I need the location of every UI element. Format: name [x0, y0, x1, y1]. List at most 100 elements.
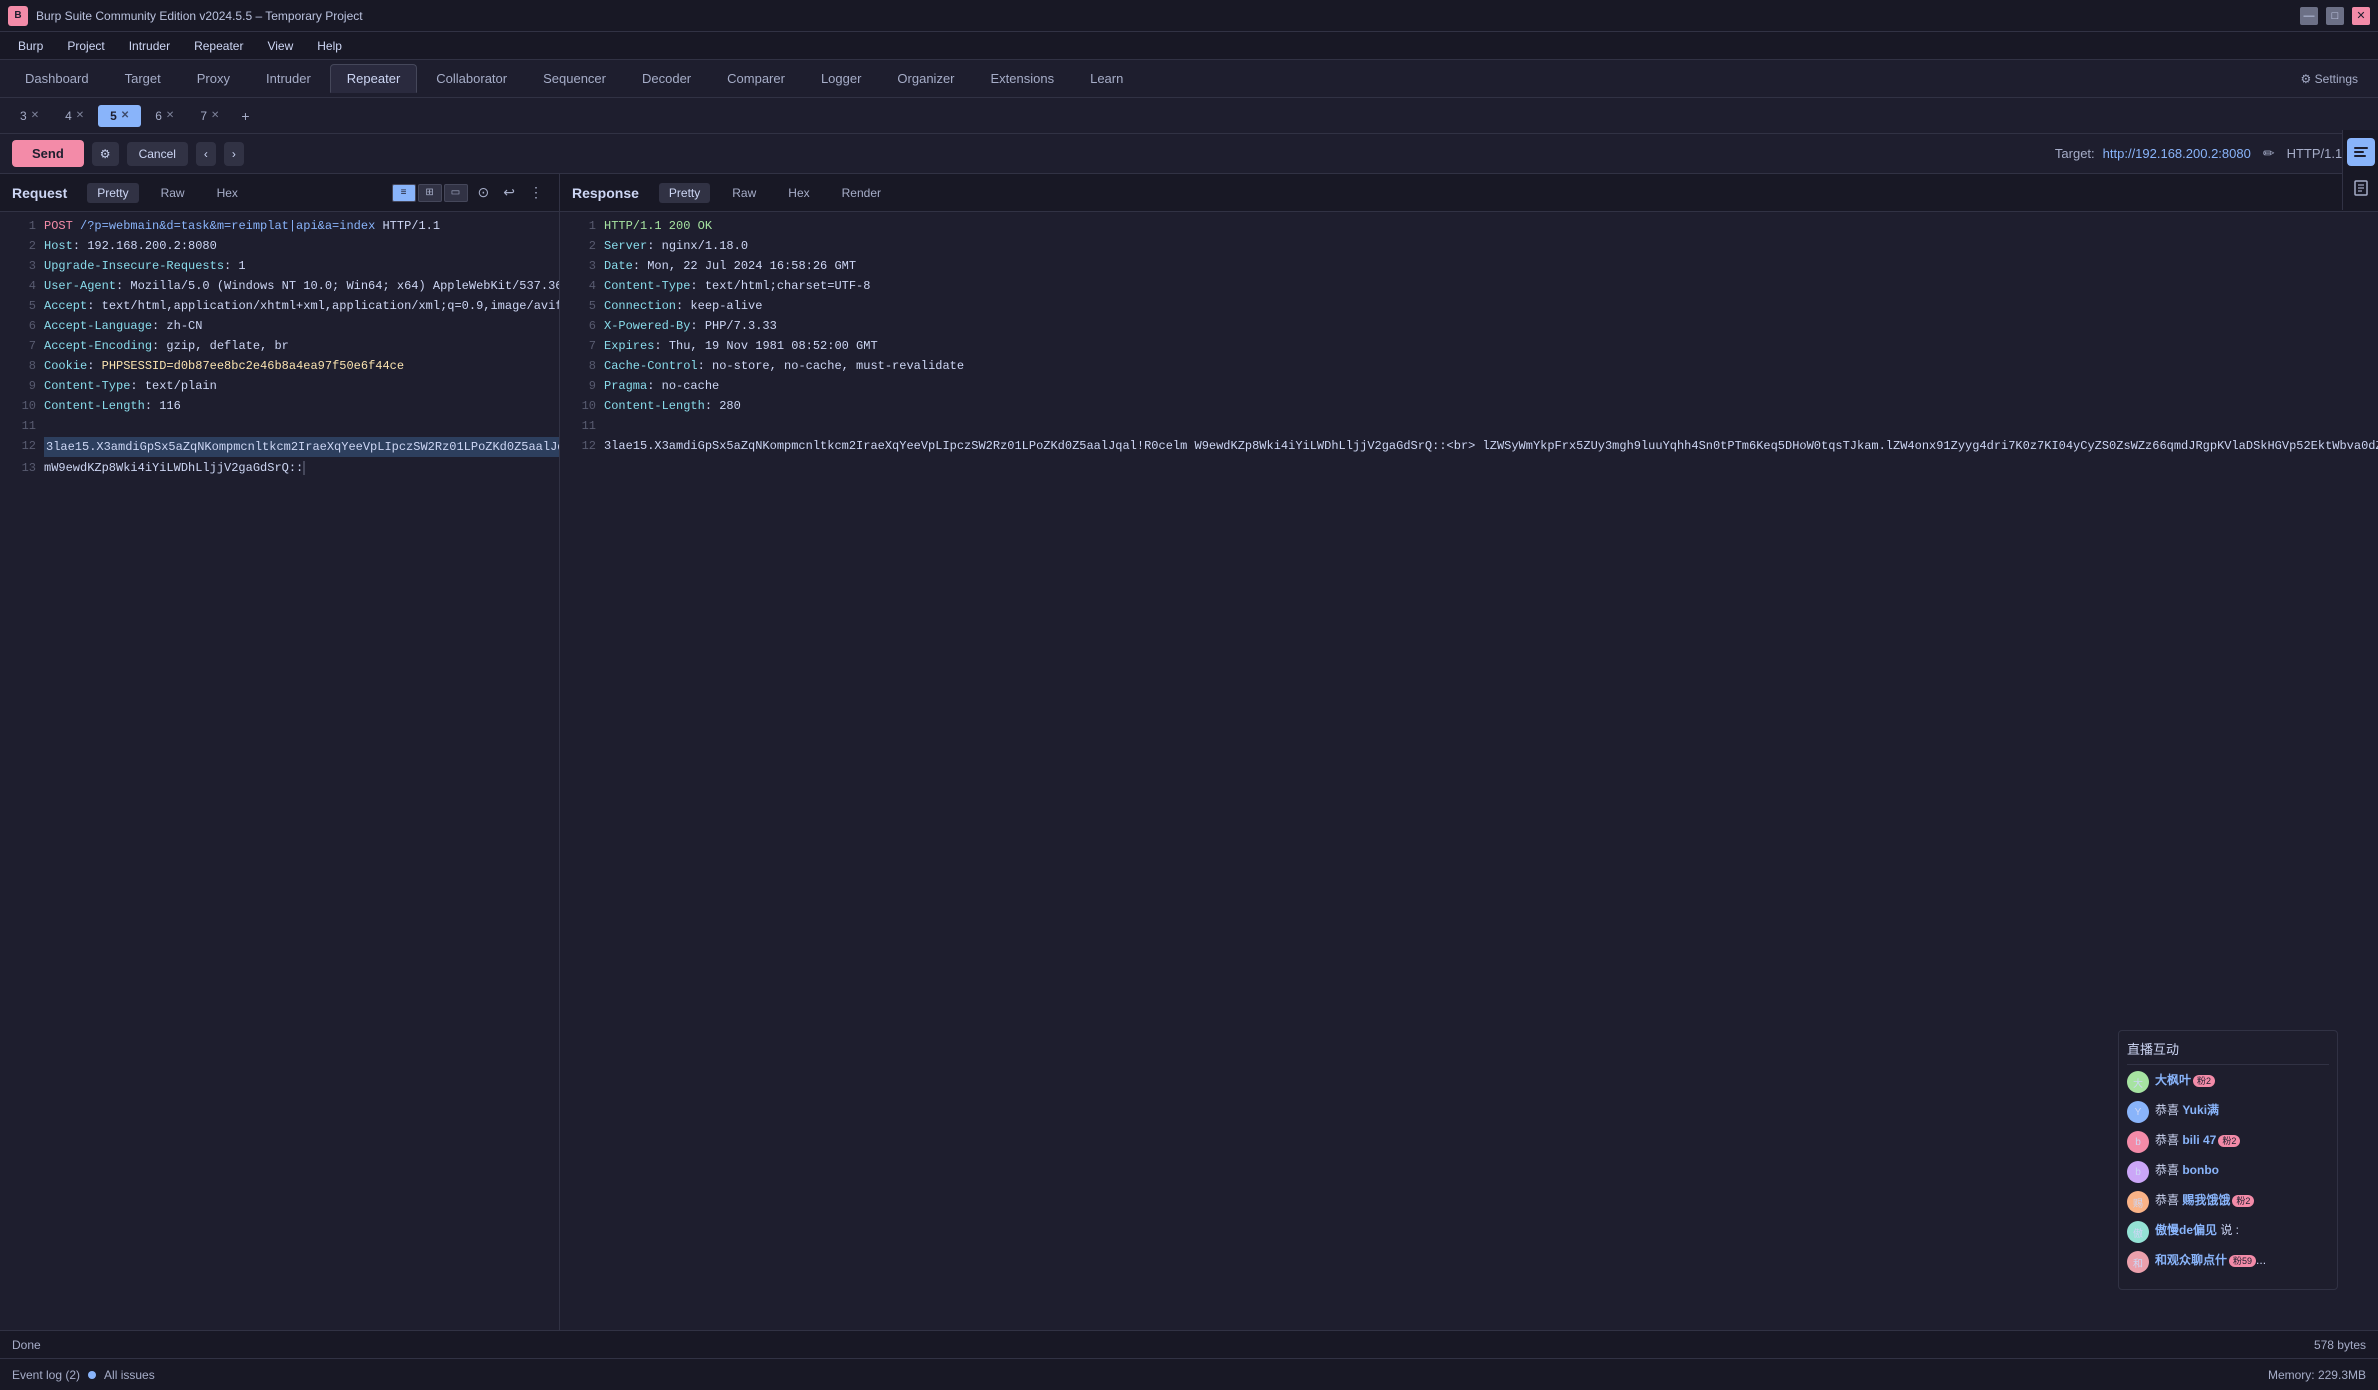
minimize-button[interactable]: —: [2300, 7, 2318, 25]
tab-repeater[interactable]: Repeater: [330, 64, 417, 93]
tab-decoder[interactable]: Decoder: [625, 64, 708, 93]
res-line-10: 10 Content-Length: 280: [560, 396, 2378, 416]
chat-text-5: 恭喜 赐我饿饿粉2: [2155, 1191, 2254, 1208]
nav-prev-button[interactable]: ‹: [196, 142, 216, 166]
close-tab-3[interactable]: ✕: [31, 110, 39, 121]
request-view-btn-2[interactable]: ⊞: [418, 184, 442, 202]
tab-proxy[interactable]: Proxy: [180, 64, 247, 93]
menu-view[interactable]: View: [257, 37, 303, 55]
target-label: Target:: [2055, 146, 2095, 161]
response-body[interactable]: 1 HTTP/1.1 200 OK 2 Server: nginx/1.18.0…: [560, 212, 2378, 1334]
chat-avatar-1: 大: [2127, 1071, 2149, 1093]
event-log-link[interactable]: Event log (2): [12, 1368, 80, 1382]
request-more-icon[interactable]: ⋮: [525, 182, 547, 203]
maximize-button[interactable]: □: [2326, 7, 2344, 25]
menu-project[interactable]: Project: [57, 37, 114, 55]
res-line-4: 4 Content-Type: text/html;charset=UTF-8: [560, 276, 2378, 296]
status-bar: Done 578 bytes: [0, 1330, 2378, 1358]
chat-avatar-6: 傲: [2127, 1221, 2149, 1243]
req-line-4: 4 User-Agent: Mozilla/5.0 (Windows NT 10…: [0, 276, 559, 296]
response-tab-hex[interactable]: Hex: [778, 183, 819, 203]
repeater-tab-7[interactable]: 7 ✕: [188, 105, 231, 127]
req-line-7: 7 Accept-Encoding: gzip, deflate, br: [0, 336, 559, 356]
tab-learn[interactable]: Learn: [1073, 64, 1140, 93]
event-bar: Event log (2) All issues Memory: 229.3MB: [0, 1358, 2378, 1390]
close-button[interactable]: ✕: [2352, 7, 2370, 25]
nav-next-button[interactable]: ›: [224, 142, 244, 166]
chat-item-2: Y 恭喜 Yuki满: [2127, 1101, 2329, 1123]
repeater-tabs: 3 ✕ 4 ✕ 5 ✕ 6 ✕ 7 ✕ +: [0, 98, 2378, 134]
tab-target[interactable]: Target: [108, 64, 178, 93]
repeater-tab-6[interactable]: 6 ✕: [143, 105, 186, 127]
response-tab-render[interactable]: Render: [832, 183, 891, 203]
close-tab-4[interactable]: ✕: [76, 110, 84, 121]
req-line-12: 12 3lae15.X3amdiGpSx5aZqNKompmcnltkcm2Ir…: [0, 436, 559, 458]
menu-intruder[interactable]: Intruder: [119, 37, 180, 55]
res-line-1: 1 HTTP/1.1 200 OK: [560, 216, 2378, 236]
request-settings-button[interactable]: ⚙: [92, 142, 119, 166]
req-line-9: 9 Content-Type: text/plain: [0, 376, 559, 396]
request-wrap-icon[interactable]: ↩: [499, 182, 519, 203]
response-panel-title: Response: [572, 185, 639, 201]
tab-extensions[interactable]: Extensions: [974, 64, 1072, 93]
menu-help[interactable]: Help: [307, 37, 352, 55]
request-view-btn-1[interactable]: ≡: [392, 184, 416, 202]
tab-intruder[interactable]: Intruder: [249, 64, 328, 93]
request-view-btn-3[interactable]: ▭: [444, 184, 468, 202]
all-issues-link[interactable]: All issues: [104, 1368, 155, 1382]
status-text: Done: [12, 1338, 41, 1352]
req-line-2: 2 Host: 192.168.200.2:8080: [0, 236, 559, 256]
chat-avatar-7: 和: [2127, 1251, 2149, 1273]
tab-organizer[interactable]: Organizer: [880, 64, 971, 93]
request-panel-icons: ≡ ⊞ ▭ ⊙ ↩ ⋮: [392, 182, 547, 203]
side-icon-notes[interactable]: [2347, 174, 2375, 202]
menu-burp[interactable]: Burp: [8, 37, 53, 55]
repeater-tab-5[interactable]: 5 ✕: [98, 105, 141, 127]
chat-text-1: 大枫叶粉2: [2155, 1071, 2215, 1088]
chat-item-1: 大 大枫叶粉2: [2127, 1071, 2329, 1093]
menu-repeater[interactable]: Repeater: [184, 37, 253, 55]
response-tab-pretty[interactable]: Pretty: [659, 183, 710, 203]
request-hide-icon[interactable]: ⊙: [474, 182, 494, 203]
tab-logger[interactable]: Logger: [804, 64, 878, 93]
send-button[interactable]: Send: [12, 140, 84, 167]
tab-dashboard[interactable]: Dashboard: [8, 64, 106, 93]
req-line-6: 6 Accept-Language: zh-CN: [0, 316, 559, 336]
close-tab-7[interactable]: ✕: [211, 110, 219, 121]
tab-comparer[interactable]: Comparer: [710, 64, 802, 93]
cancel-button[interactable]: Cancel: [127, 142, 188, 166]
side-icons: [2342, 130, 2378, 210]
chat-item-6: 傲 傲慢de偏见 说 :: [2127, 1221, 2329, 1243]
close-tab-6[interactable]: ✕: [166, 110, 174, 121]
tab-collaborator[interactable]: Collaborator: [419, 64, 524, 93]
repeater-tab-3[interactable]: 3 ✕: [8, 105, 51, 127]
request-body[interactable]: 1 POST /?p=webmain&d=task&m=reimplat|api…: [0, 212, 559, 1334]
res-line-12: 12 3lae15.X3amdiGpSx5aZqNKompmcnltkcm2Ir…: [560, 436, 2378, 456]
response-tab-raw[interactable]: Raw: [722, 183, 766, 203]
app-title: Burp Suite Community Edition v2024.5.5 –…: [36, 9, 363, 23]
request-tab-raw[interactable]: Raw: [151, 183, 195, 203]
edit-target-icon[interactable]: ✏: [2259, 143, 2279, 164]
request-tab-pretty[interactable]: Pretty: [87, 183, 138, 203]
chat-text-2: 恭喜 Yuki满: [2155, 1101, 2219, 1118]
request-panel-header: Request Pretty Raw Hex ≡ ⊞ ▭ ⊙ ↩ ⋮: [0, 174, 559, 212]
tab-sequencer[interactable]: Sequencer: [526, 64, 623, 93]
chat-item-7: 和 和观众聊点什粉59...: [2127, 1251, 2329, 1273]
chat-avatar-2: Y: [2127, 1101, 2149, 1123]
res-line-3: 3 Date: Mon, 22 Jul 2024 16:58:26 GMT: [560, 256, 2378, 276]
close-tab-5[interactable]: ✕: [121, 110, 129, 121]
res-line-11: 11: [560, 416, 2378, 436]
res-line-9: 9 Pragma: no-cache: [560, 376, 2378, 396]
add-tab-button[interactable]: +: [233, 104, 257, 128]
request-tab-hex[interactable]: Hex: [207, 183, 248, 203]
repeater-tab-4[interactable]: 4 ✕: [53, 105, 96, 127]
nav-settings[interactable]: ⚙ Settings: [2289, 68, 2370, 90]
side-icon-inspector[interactable]: [2347, 138, 2375, 166]
title-bar: B Burp Suite Community Edition v2024.5.5…: [0, 0, 2378, 32]
http-version: HTTP/1.1: [2287, 146, 2343, 161]
req-line-11: 11: [0, 416, 559, 436]
chat-avatar-3: b: [2127, 1131, 2149, 1153]
memory-info: Memory: 229.3MB: [2268, 1368, 2366, 1382]
response-panel-header: Response Pretty Raw Hex Render ≡ ↩ ⋮: [560, 174, 2378, 212]
request-panel: Request Pretty Raw Hex ≡ ⊞ ▭ ⊙ ↩ ⋮ 1 POS…: [0, 174, 560, 1366]
